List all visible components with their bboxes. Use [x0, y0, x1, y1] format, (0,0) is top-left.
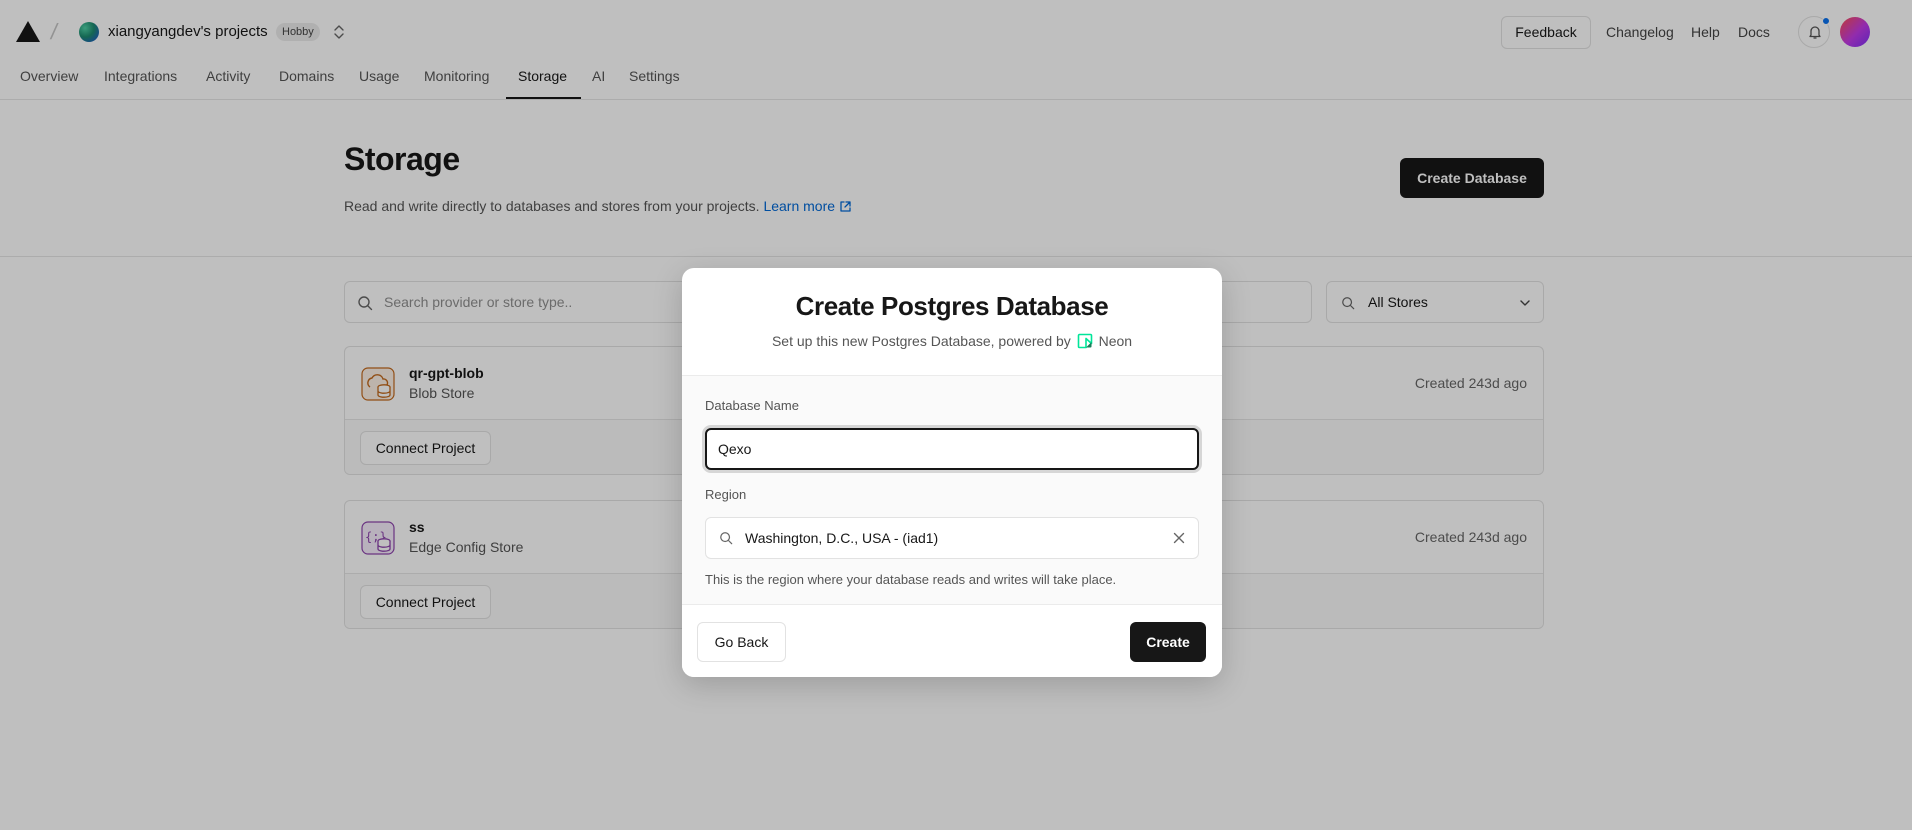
neon-logo-icon [1077, 333, 1092, 349]
region-label: Region [705, 487, 747, 502]
region-help-text: This is the region where your database r… [705, 572, 1117, 587]
database-name-value: Qexo [718, 441, 752, 457]
dialog-body: Database Name Qexo Region Washington, D.… [682, 376, 1222, 604]
dialog-header: Create Postgres Database Set up this new… [682, 268, 1222, 376]
database-name-label: Database Name [705, 398, 799, 413]
dialog-title: Create Postgres Database [795, 291, 1109, 321]
provider-name: Neon [1098, 333, 1133, 349]
clear-icon[interactable] [1172, 531, 1186, 545]
dialog-subtitle-text: Set up this new Postgres Database, power… [771, 333, 1071, 349]
region-value: Washington, D.C., USA - (iad1) [745, 530, 939, 546]
create-postgres-dialog: Create Postgres Database Set up this new… [682, 268, 1222, 677]
region-select[interactable]: Washington, D.C., USA - (iad1) [705, 517, 1199, 559]
dialog-subtitle: Set up this new Postgres Database, power… [682, 333, 1222, 349]
database-name-input[interactable]: Qexo [705, 428, 1199, 470]
dialog-footer: Go Back Create [682, 604, 1222, 677]
create-button[interactable]: Create [1130, 622, 1206, 662]
go-back-button[interactable]: Go Back [697, 622, 786, 662]
search-icon [720, 532, 733, 545]
